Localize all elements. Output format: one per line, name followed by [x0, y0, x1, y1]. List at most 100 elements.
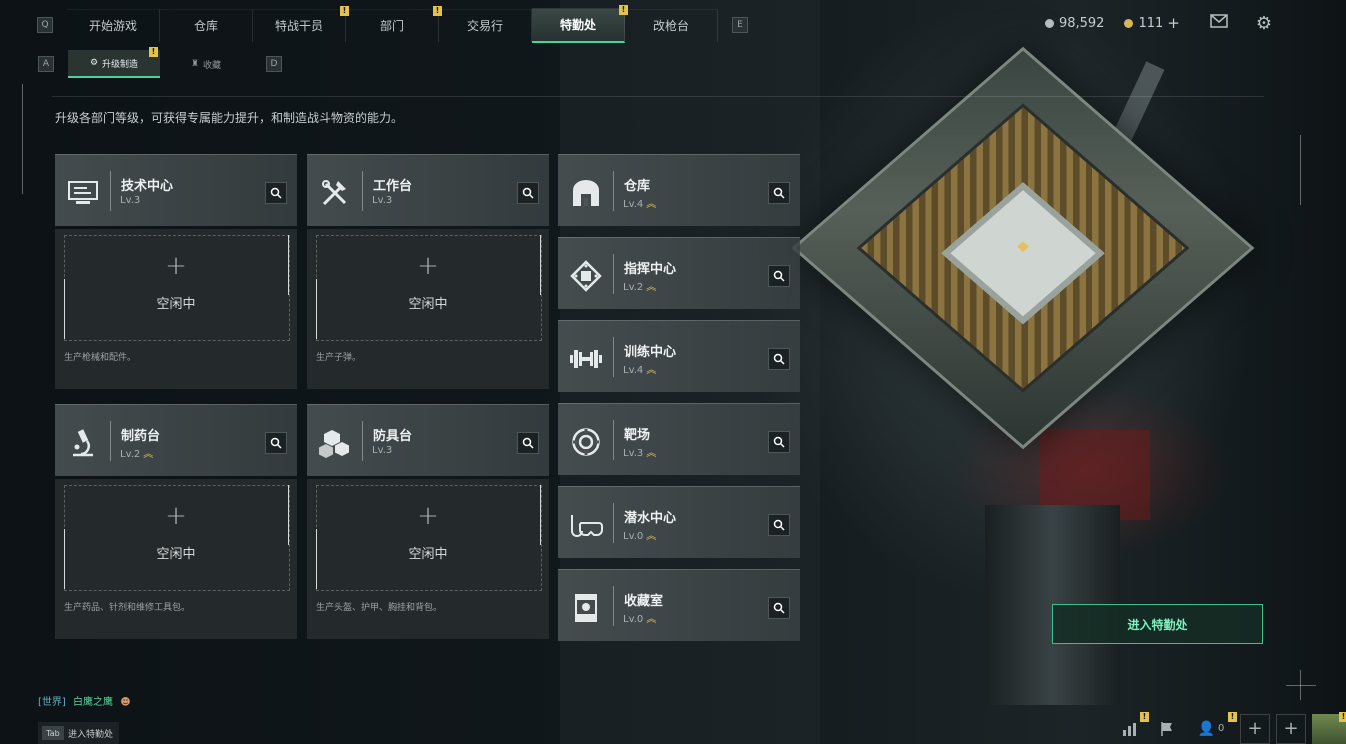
dept-card-workbench[interactable]: 工作台 Lv.3: [307, 154, 549, 226]
tab-special-ops[interactable]: 特勤处!: [532, 4, 628, 43]
player-avatar[interactable]: !: [1312, 711, 1346, 744]
subnav-prev-hint[interactable]: A: [38, 56, 54, 72]
dept-card-collection-room[interactable]: 收藏室 Lv.0 ︽: [558, 569, 800, 641]
mail-icon[interactable]: [1210, 14, 1228, 32]
gold-coin-icon: [1124, 18, 1134, 28]
dept-name: 工作台: [373, 179, 413, 194]
search-icon[interactable]: [768, 514, 790, 536]
search-icon[interactable]: [517, 182, 539, 204]
subnav-next-hint[interactable]: D: [266, 56, 282, 72]
friends-count: 0: [1218, 723, 1225, 734]
idle-label: 空闲中: [156, 547, 196, 562]
warehouse-icon: [568, 175, 604, 211]
dept-card-diving-center[interactable]: 潜水中心 Lv.0 ︽: [558, 486, 800, 558]
idle-label: 空闲中: [408, 297, 448, 312]
search-icon[interactable]: [768, 265, 790, 287]
dept-level: Lv.0 ︽: [623, 531, 657, 542]
gear-icon: ⚙: [89, 58, 99, 68]
production-slot-tech-center[interactable]: + 空闲中 生产枪械和配件。: [55, 229, 297, 389]
tools-icon: [317, 175, 353, 211]
search-icon[interactable]: [768, 597, 790, 619]
search-icon[interactable]: [768, 348, 790, 370]
dept-level: Lv.0 ︽: [623, 614, 657, 625]
add-slot-button[interactable]: +: [1240, 713, 1270, 744]
upgrade-chevron-icon: ︽: [646, 448, 657, 459]
dept-level: Lv.4 ︽: [623, 199, 657, 210]
emoji-icon: ☻: [120, 697, 131, 708]
notification-badge: !: [1339, 711, 1346, 722]
chat-line[interactable]: [世界] 白鹰之鹰 ☻: [38, 693, 131, 708]
dept-card-pharmacy[interactable]: 制药台 Lv.2 ︽: [55, 404, 297, 476]
dept-card-tech-center[interactable]: 技术中心 Lv.3: [55, 154, 297, 226]
add-icon: +: [417, 501, 439, 531]
sub-nav: A ⚙ 升级制造 ! ♜ 收藏 D: [38, 47, 282, 78]
subtab-upgrade-craft[interactable]: ⚙ 升级制造 !: [68, 47, 160, 78]
notification-badge: !: [1140, 711, 1149, 722]
enter-special-ops-button[interactable]: 进入特勤处: [1052, 604, 1263, 644]
dept-name: 技术中心: [121, 179, 174, 194]
dept-level: Lv.4 ︽: [623, 365, 657, 376]
tab-shortcut-hint[interactable]: Tab 进入特勤处: [38, 722, 120, 744]
trophy-icon: ♜: [190, 59, 200, 69]
notification-badge: !: [149, 47, 158, 57]
tab-start-game[interactable]: 开始游戏: [67, 8, 160, 42]
dept-name: 收藏室: [624, 594, 664, 609]
dept-name: 潜水中心: [624, 511, 677, 526]
chat-player-name: 白鹰之鹰: [73, 697, 113, 708]
search-icon[interactable]: [265, 432, 287, 454]
divider: [52, 96, 1264, 97]
production-slot-workbench[interactable]: + 空闲中 生产子弹。: [307, 229, 549, 389]
add-currency-button[interactable]: +: [1167, 14, 1180, 32]
tab-trading[interactable]: 交易行: [439, 8, 532, 42]
add-slot-button[interactable]: +: [1276, 713, 1306, 744]
slot-description: 生产枪械和配件。: [64, 353, 137, 363]
settings-gear-icon[interactable]: ⚙: [1256, 13, 1272, 34]
dept-level: Lv.3: [120, 195, 141, 206]
dept-card-command-center[interactable]: 指挥中心 Lv.2 ︽: [558, 237, 800, 309]
silver-amount: 98,592: [1058, 15, 1105, 31]
friends-button[interactable]: 👤 0 !: [1188, 711, 1237, 744]
upgrade-chevron-icon: ︽: [143, 449, 154, 460]
dept-level: Lv.3 ︽: [623, 448, 657, 459]
tab-departments[interactable]: 部门!: [346, 5, 442, 42]
chat-channel: [世界]: [38, 697, 66, 708]
silver-coin-icon: [1044, 18, 1054, 28]
diving-mask-icon: [568, 507, 604, 543]
target-icon: [568, 424, 604, 460]
chip-icon: [568, 258, 604, 294]
dept-name: 仓库: [624, 179, 651, 194]
nav-prev-hint[interactable]: Q: [37, 17, 53, 33]
dept-card-shooting-range[interactable]: 靶场 Lv.3 ︽: [558, 403, 800, 475]
tab-operators[interactable]: 特战干员!: [253, 5, 349, 42]
bottom-toolbar: ! 👤 0 ! + + !: [1110, 711, 1346, 744]
subtab-collection[interactable]: ♜ 收藏: [160, 51, 252, 77]
search-icon[interactable]: [768, 182, 790, 204]
dept-card-training-center[interactable]: 训练中心 Lv.4 ︽: [558, 320, 800, 392]
armor-blocks-icon: [317, 425, 353, 461]
gold-amount: 111: [1138, 15, 1164, 31]
microscope-icon: [65, 425, 101, 461]
production-slot-pharmacy[interactable]: + 空闲中 生产药品、针剂和维修工具包。: [55, 479, 297, 639]
tab-key: Tab: [42, 726, 64, 740]
flag-icon[interactable]: [1152, 714, 1182, 744]
idle-label: 空闲中: [156, 297, 196, 312]
currency-bar: 98,592 111 + ⚙: [1044, 8, 1346, 38]
tab-shortcut-label: 进入特勤处: [68, 729, 114, 740]
display-case-icon: [568, 590, 604, 626]
dept-card-warehouse[interactable]: 仓库 Lv.4 ︽: [558, 154, 800, 226]
add-icon: +: [165, 501, 187, 531]
add-icon: +: [165, 251, 187, 281]
dept-level: Lv.3: [372, 195, 393, 206]
upgrade-chevron-icon: ︽: [646, 614, 657, 625]
dept-card-armor-bench[interactable]: 防具台 Lv.3: [307, 404, 549, 476]
nav-next-hint[interactable]: E: [732, 17, 748, 33]
tab-warehouse[interactable]: 仓库: [160, 8, 253, 42]
slot-description: 生产头盔、护甲、胸挂和背包。: [316, 603, 443, 613]
search-icon[interactable]: [768, 431, 790, 453]
dept-level: Lv.2 ︽: [120, 449, 154, 460]
search-icon[interactable]: [517, 432, 539, 454]
search-icon[interactable]: [265, 182, 287, 204]
production-slot-armor-bench[interactable]: + 空闲中 生产头盔、护甲、胸挂和背包。: [307, 479, 549, 639]
stats-icon[interactable]: !: [1116, 711, 1149, 744]
tab-gunsmith[interactable]: 改枪台: [625, 8, 718, 42]
